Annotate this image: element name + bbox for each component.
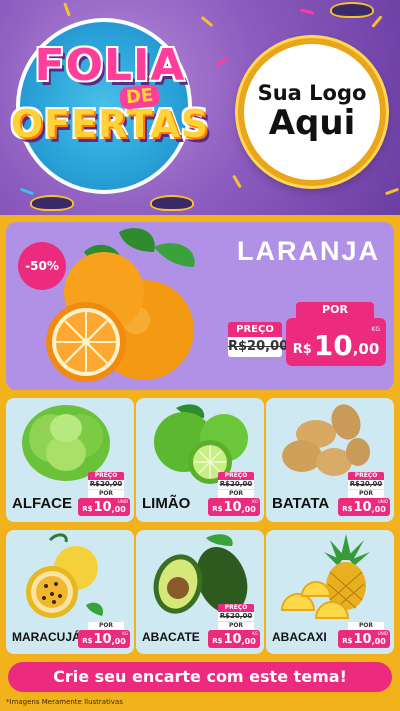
price-decimal: ,00 <box>241 637 256 646</box>
new-price: R$ 10 ,00 UNID <box>338 498 390 516</box>
por-label: POR <box>348 622 384 630</box>
product-name: ALFACE <box>12 495 72 512</box>
logo-text-line1: Sua Logo <box>257 81 367 106</box>
price-unit: KG <box>122 631 128 636</box>
title-logo: FOLIA DE OFERTAS <box>0 40 220 146</box>
carnival-mask-icon <box>150 195 194 211</box>
featured-product-name: LARANJA <box>236 236 380 266</box>
title-line-ofertas: OFERTAS <box>10 102 210 146</box>
pineapple-icon <box>280 534 370 619</box>
por-label: POR <box>218 622 254 630</box>
preco-label: PREÇO <box>218 472 254 480</box>
price-tag: POR R$ 10 ,00 KG <box>78 622 130 648</box>
new-price: R$ 10 ,00 KG <box>78 630 130 648</box>
price-tag: PREÇO R$20,00 POR R$ 10 ,00 UNID <box>78 472 130 516</box>
old-price: R$20,00 <box>88 480 124 489</box>
preco-label: PREÇO <box>348 472 384 480</box>
price-tag: PREÇO R$20,00 POR R$ 10 ,00 UNID <box>338 472 390 516</box>
new-price: R$ 10 ,00 KG <box>208 498 260 516</box>
price-decimal: ,00 <box>371 637 386 646</box>
confetti-decoration <box>384 187 400 196</box>
discount-badge: -50% <box>18 242 66 290</box>
featured-price-tag: POR PREÇO R$20,00 R$ 10 ,00 KG <box>228 302 386 368</box>
featured-product-card: -50% LARANJA POR PREÇO R$20,00 R$ 10 ,00… <box>6 222 394 390</box>
price-decimal: ,00 <box>111 637 126 646</box>
price-tag: PREÇO R$20,00 POR R$ 10 ,00 KG <box>208 472 260 516</box>
price-currency: R$ <box>212 505 223 513</box>
price-decimal: ,00 <box>352 340 380 358</box>
price-unit: UNID <box>117 499 128 504</box>
price-currency: R$ <box>82 505 93 513</box>
new-price: R$ 10 ,00 UNID <box>78 498 130 516</box>
price-integer: 10 <box>223 632 242 647</box>
product-card: ABACATE PREÇO R$20,00 POR R$ 10 ,00 KG <box>136 530 264 654</box>
price-unit: UNID <box>377 499 388 504</box>
price-unit: KG <box>252 631 258 636</box>
product-card: LIMÃO PREÇO R$20,00 POR R$ 10 ,00 KG <box>136 398 264 522</box>
price-integer: 10 <box>353 632 372 647</box>
product-name: ABACATE <box>142 630 200 644</box>
confetti-decoration <box>200 15 214 28</box>
store-logo-placeholder: Sua Logo Aqui <box>238 38 386 186</box>
old-price: R$20,00 <box>218 612 254 621</box>
price-currency: R$ <box>342 637 353 645</box>
preco-label: PREÇO <box>228 322 282 337</box>
carnival-header: FOLIA DE OFERTAS Sua Logo Aqui <box>0 0 400 215</box>
create-flyer-banner[interactable]: Crie seu encarte com este tema! <box>8 662 392 692</box>
por-label: POR <box>88 490 124 498</box>
price-unit: KG <box>371 326 380 333</box>
product-name: MARACUJÁ <box>12 630 81 644</box>
price-decimal: ,00 <box>371 505 386 514</box>
confetti-decoration <box>63 2 71 17</box>
carnival-mask-icon <box>30 195 74 211</box>
price-tag: PREÇO R$20,00 POR R$ 10 ,00 KG <box>208 604 260 648</box>
logo-text-line2: Aqui <box>268 103 356 144</box>
new-price: R$ 10 ,00 KG <box>208 630 260 648</box>
carnival-mask-icon <box>330 2 374 18</box>
old-price: R$20,00 <box>348 480 384 489</box>
price-currency: R$ <box>292 342 312 357</box>
confetti-decoration <box>299 8 315 15</box>
price-tag: POR R$ 10 ,00 UNID <box>338 622 390 648</box>
confetti-decoration <box>371 15 383 28</box>
image-disclaimer: *Imagens Meramente Ilustrativas <box>6 698 123 706</box>
price-unit: UNID <box>377 631 388 636</box>
por-label: POR <box>88 622 124 630</box>
new-price: R$ 10 ,00 UNID <box>338 630 390 648</box>
preco-label: PREÇO <box>88 472 124 480</box>
price-integer: 10 <box>223 500 242 515</box>
por-label: POR <box>348 490 384 498</box>
price-integer: 10 <box>313 329 353 362</box>
por-label: POR <box>218 490 254 498</box>
product-card: MARACUJÁ POR R$ 10 ,00 KG <box>6 530 134 654</box>
old-price: R$20,00 <box>218 480 254 489</box>
confetti-decoration <box>19 187 35 196</box>
old-price: R$20,00 <box>228 337 288 357</box>
product-card: ABACAXI POR R$ 10 ,00 UNID <box>266 530 394 654</box>
price-integer: 10 <box>93 632 112 647</box>
price-decimal: ,00 <box>241 505 256 514</box>
por-label: POR <box>296 302 374 318</box>
price-currency: R$ <box>212 637 223 645</box>
product-card: ALFACE PREÇO R$20,00 POR R$ 10 ,00 UNID <box>6 398 134 522</box>
product-name: LIMÃO <box>142 495 191 512</box>
price-currency: R$ <box>82 637 93 645</box>
product-card: BATATA PREÇO R$20,00 POR R$ 10 ,00 UNID <box>266 398 394 522</box>
price-integer: 10 <box>93 500 112 515</box>
passion-fruit-icon <box>26 533 104 618</box>
preco-label: PREÇO <box>218 604 254 612</box>
title-line-de: DE <box>119 84 161 110</box>
price-decimal: ,00 <box>111 505 126 514</box>
confetti-decoration <box>232 174 242 189</box>
price-unit: KG <box>252 499 258 504</box>
new-price: R$ 10 ,00 KG <box>286 318 386 366</box>
product-name: ABACAXI <box>272 630 327 644</box>
price-integer: 10 <box>353 500 372 515</box>
price-currency: R$ <box>342 505 353 513</box>
title-line-folia: FOLIA <box>34 40 186 91</box>
product-name: BATATA <box>272 495 330 512</box>
